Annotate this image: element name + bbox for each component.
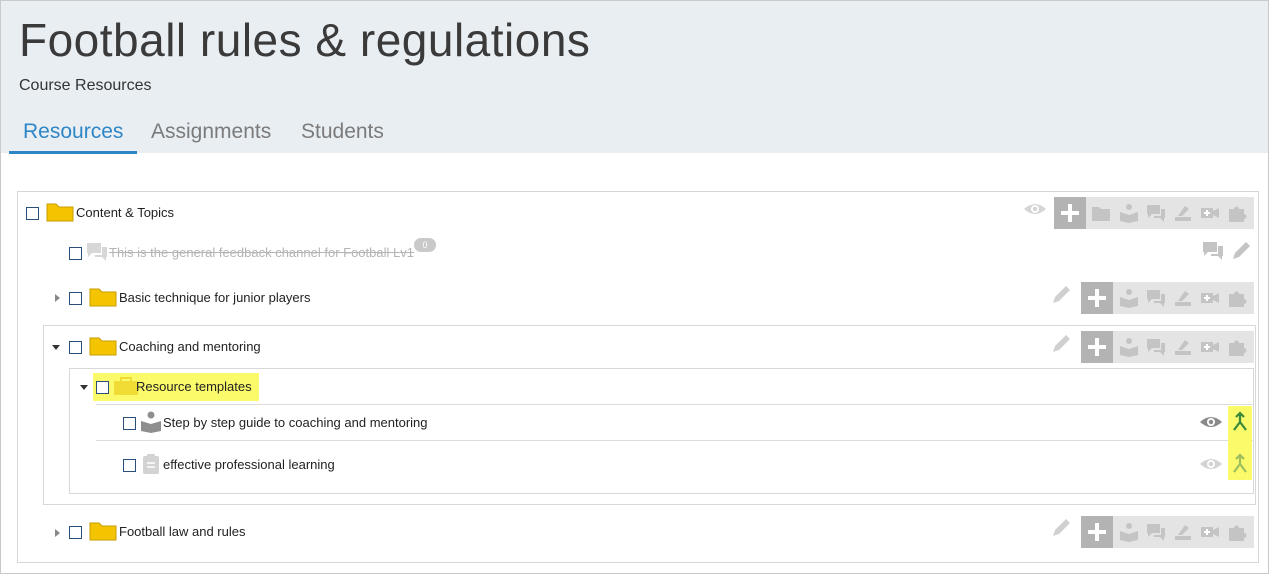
page-title: Football rules & regulations (19, 14, 591, 66)
toolbar-basic-technique (1081, 282, 1254, 314)
plus-icon (1061, 204, 1079, 222)
puzzle-icon[interactable] (1227, 522, 1247, 542)
merge-icon[interactable] (1229, 453, 1251, 475)
add-button[interactable] (1081, 331, 1113, 363)
collapse-toggle[interactable] (52, 345, 60, 350)
eye-icon[interactable] (1198, 453, 1224, 475)
coaching-checkbox[interactable] (69, 341, 82, 354)
folder-add-icon[interactable] (1091, 203, 1111, 223)
plus-icon (1088, 338, 1106, 356)
templates-label[interactable]: Resource templates (136, 379, 252, 394)
pencil-icon[interactable] (1050, 284, 1072, 306)
row-separator (96, 404, 1254, 405)
coaching-label[interactable]: Coaching and mentoring (119, 339, 261, 354)
eye-icon[interactable] (1198, 411, 1224, 433)
feedback-channel-checkbox[interactable] (69, 247, 82, 260)
folder-icon (46, 203, 74, 222)
video-add-icon[interactable] (1200, 337, 1220, 357)
content-topics-label[interactable]: Content & Topics (76, 205, 174, 220)
toolbar-content-topics (1054, 197, 1254, 229)
law-rules-label[interactable]: Football law and rules (119, 524, 245, 539)
reading-icon[interactable] (1119, 337, 1139, 357)
discussion-icon[interactable] (1146, 337, 1166, 357)
puzzle-icon[interactable] (1227, 203, 1247, 223)
assessment-icon[interactable] (1173, 203, 1193, 223)
basic-technique-label[interactable]: Basic technique for junior players (119, 290, 311, 305)
reading-icon (141, 411, 161, 433)
tab-resources[interactable]: Resources (23, 120, 123, 144)
assessment-icon[interactable] (1173, 522, 1193, 542)
plus-icon (1088, 289, 1106, 307)
reading-icon[interactable] (1119, 288, 1139, 308)
folder-icon (89, 337, 117, 356)
basic-technique-checkbox[interactable] (69, 292, 82, 305)
learning-checkbox[interactable] (123, 459, 136, 472)
assessment-icon[interactable] (1173, 337, 1193, 357)
video-add-icon[interactable] (1200, 288, 1220, 308)
content-topics-checkbox[interactable] (26, 207, 39, 220)
discussion-icon[interactable] (1202, 240, 1224, 262)
folder-icon (89, 522, 117, 541)
discussion-icon[interactable] (1146, 203, 1166, 223)
assessment-icon[interactable] (1173, 288, 1193, 308)
tab-assignments[interactable]: Assignments (151, 120, 271, 144)
pencil-icon[interactable] (1050, 333, 1072, 355)
guide-label[interactable]: Step by step guide to coaching and mento… (163, 415, 428, 430)
add-button[interactable] (1054, 197, 1086, 229)
toolbar-coaching (1081, 331, 1254, 363)
reading-icon[interactable] (1119, 203, 1139, 223)
eye-icon[interactable] (1022, 198, 1048, 220)
add-button[interactable] (1081, 516, 1113, 548)
discussion-icon[interactable] (1146, 288, 1166, 308)
feedback-channel-label[interactable]: This is the general feedback channel for… (109, 245, 414, 260)
page-subtitle: Course Resources (19, 77, 152, 94)
add-button[interactable] (1081, 282, 1113, 314)
templates-checkbox[interactable] (96, 381, 109, 394)
discussion-icon[interactable] (1146, 522, 1166, 542)
puzzle-icon[interactable] (1227, 288, 1247, 308)
pencil-icon[interactable] (1230, 240, 1252, 262)
active-tab-indicator (9, 151, 137, 154)
merge-icon[interactable] (1229, 411, 1251, 433)
page-header: Football rules & regulations Course Reso… (1, 1, 1268, 154)
discussion-icon (87, 243, 107, 261)
expand-toggle[interactable] (55, 294, 60, 302)
puzzle-icon[interactable] (1227, 337, 1247, 357)
pencil-icon[interactable] (1050, 517, 1072, 539)
expand-toggle[interactable] (55, 529, 60, 537)
video-add-icon[interactable] (1200, 203, 1220, 223)
reply-count-badge: 0 (414, 238, 436, 252)
guide-checkbox[interactable] (123, 417, 136, 430)
folder-icon (89, 288, 117, 307)
plus-icon (1088, 523, 1106, 541)
reading-icon[interactable] (1119, 522, 1139, 542)
assignment-icon (143, 454, 159, 474)
collapse-toggle[interactable] (80, 385, 88, 390)
toolbar-law-rules (1081, 516, 1254, 548)
video-add-icon[interactable] (1200, 522, 1220, 542)
law-rules-checkbox[interactable] (69, 526, 82, 539)
tab-students[interactable]: Students (301, 120, 384, 144)
learning-label[interactable]: effective professional learning (163, 457, 335, 472)
row-separator (96, 440, 1254, 441)
